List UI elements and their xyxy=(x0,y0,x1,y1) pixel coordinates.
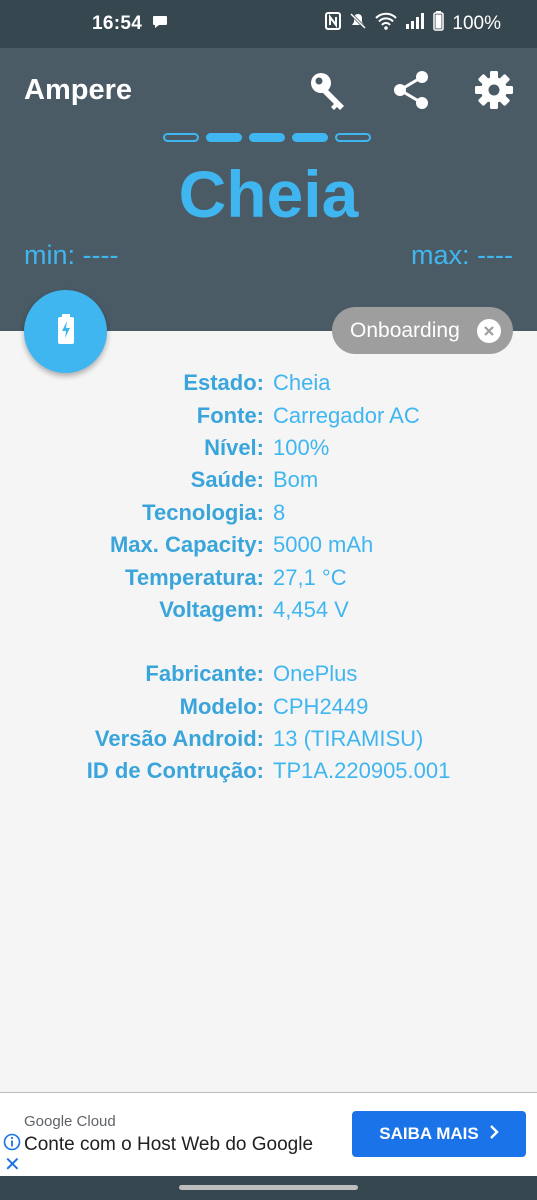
info-row: Voltagem: 4,454 V xyxy=(0,594,537,626)
info-label: Nível: xyxy=(204,434,264,460)
chevron-right-icon xyxy=(489,1124,499,1144)
app-header: Ampere Cheia min: ---- max: ---- xyxy=(0,48,537,331)
info-value: OnePlus xyxy=(273,661,358,687)
message-notification-icon xyxy=(152,13,168,35)
info-row: Estado: Cheia xyxy=(0,367,537,399)
signal-icon xyxy=(405,13,425,35)
info-value: Carregador AC xyxy=(273,402,420,428)
navigation-bar xyxy=(0,1176,537,1200)
info-label: Max. Capacity: xyxy=(109,532,264,558)
ad-headline[interactable]: Conte com o Host Web do Google xyxy=(24,1134,313,1156)
battery-charging-icon xyxy=(57,314,75,349)
info-row: Fonte: Carregador AC xyxy=(0,399,537,431)
info-label: Saúde: xyxy=(190,467,264,493)
info-value: 13 (TIRAMISU) xyxy=(273,726,424,752)
level-dot xyxy=(292,133,328,142)
info-value: 100% xyxy=(273,434,330,460)
info-label: Tecnologia: xyxy=(142,499,264,525)
info-value: 8 xyxy=(273,499,286,525)
info-row: Nível: 100% xyxy=(0,432,537,464)
info-value: TP1A.220905.001 xyxy=(273,758,451,784)
settings-icon[interactable] xyxy=(472,68,516,112)
info-value: CPH2449 xyxy=(273,693,369,719)
info-row: Max. Capacity: 5000 mAh xyxy=(0,529,537,561)
info-row: Tecnologia: 8 xyxy=(0,497,537,529)
info-value: 5000 mAh xyxy=(273,532,374,558)
info-row: ID de Contrução: TP1A.220905.001 xyxy=(0,755,537,787)
level-dot xyxy=(335,133,371,142)
info-label: ID de Contrução: xyxy=(86,758,264,784)
level-dot xyxy=(163,133,199,142)
battery-state-title: Cheia xyxy=(178,157,359,231)
battery-info-list: Estado: Cheia Fonte: Carregador AC Nível: 1… xyxy=(0,367,537,788)
level-dot xyxy=(249,133,285,142)
info-label: Voltagem: xyxy=(159,596,264,622)
ad-sponsor: Google Cloud xyxy=(24,1113,116,1130)
app-title: Ampere xyxy=(24,74,132,106)
ad-cta-label: SAIBA MAIS xyxy=(379,1124,479,1143)
battery-percentage: 100% xyxy=(452,13,501,34)
info-label: Estado: xyxy=(183,370,264,396)
nfc-icon xyxy=(325,12,342,36)
mute-notifications-icon xyxy=(349,12,367,36)
status-time: 16:54 xyxy=(92,13,143,34)
info-row: Versão Android: 13 (TIRAMISU) xyxy=(0,723,537,755)
ad-close-icon[interactable]: ✕ xyxy=(4,1155,21,1175)
info-value: 27,1 °C xyxy=(273,564,347,590)
info-label: Fonte: xyxy=(196,402,264,428)
key-icon[interactable] xyxy=(306,68,350,112)
info-row: Fabricante: OnePlus xyxy=(0,658,537,690)
wifi-icon xyxy=(375,12,398,36)
home-gesture-handle[interactable] xyxy=(179,1185,358,1190)
battery-fab-button[interactable] xyxy=(24,290,107,373)
battery-status-icon xyxy=(433,11,445,37)
max-value: max: ---- xyxy=(411,240,513,270)
info-label: Temperatura: xyxy=(125,564,264,590)
info-row: Saúde: Bom xyxy=(0,464,537,496)
onboarding-chip[interactable]: Onboarding xyxy=(332,307,513,354)
ad-info-icon[interactable] xyxy=(3,1133,21,1151)
info-value: Cheia xyxy=(273,370,331,396)
info-label: Fabricante: xyxy=(145,661,264,687)
min-value: min: ---- xyxy=(24,240,119,270)
share-icon[interactable] xyxy=(390,68,434,112)
info-row: Temperatura: 27,1 °C xyxy=(0,561,537,593)
info-label: Modelo: xyxy=(179,693,264,719)
close-icon[interactable] xyxy=(477,318,501,343)
ad-banner[interactable]: Google Cloud Conte com o Host Web do Goo… xyxy=(0,1092,537,1176)
level-dot xyxy=(206,133,242,142)
info-row: Modelo: CPH2449 xyxy=(0,691,537,723)
info-value: 4,454 V xyxy=(273,596,349,622)
ad-cta-button[interactable]: SAIBA MAIS xyxy=(352,1111,526,1157)
info-label: Versão Android: xyxy=(94,726,264,752)
onboarding-chip-label: Onboarding xyxy=(350,318,460,342)
status-bar: 16:54 100% xyxy=(0,0,537,48)
info-value: Bom xyxy=(273,467,319,493)
charge-level-indicator xyxy=(163,133,371,142)
